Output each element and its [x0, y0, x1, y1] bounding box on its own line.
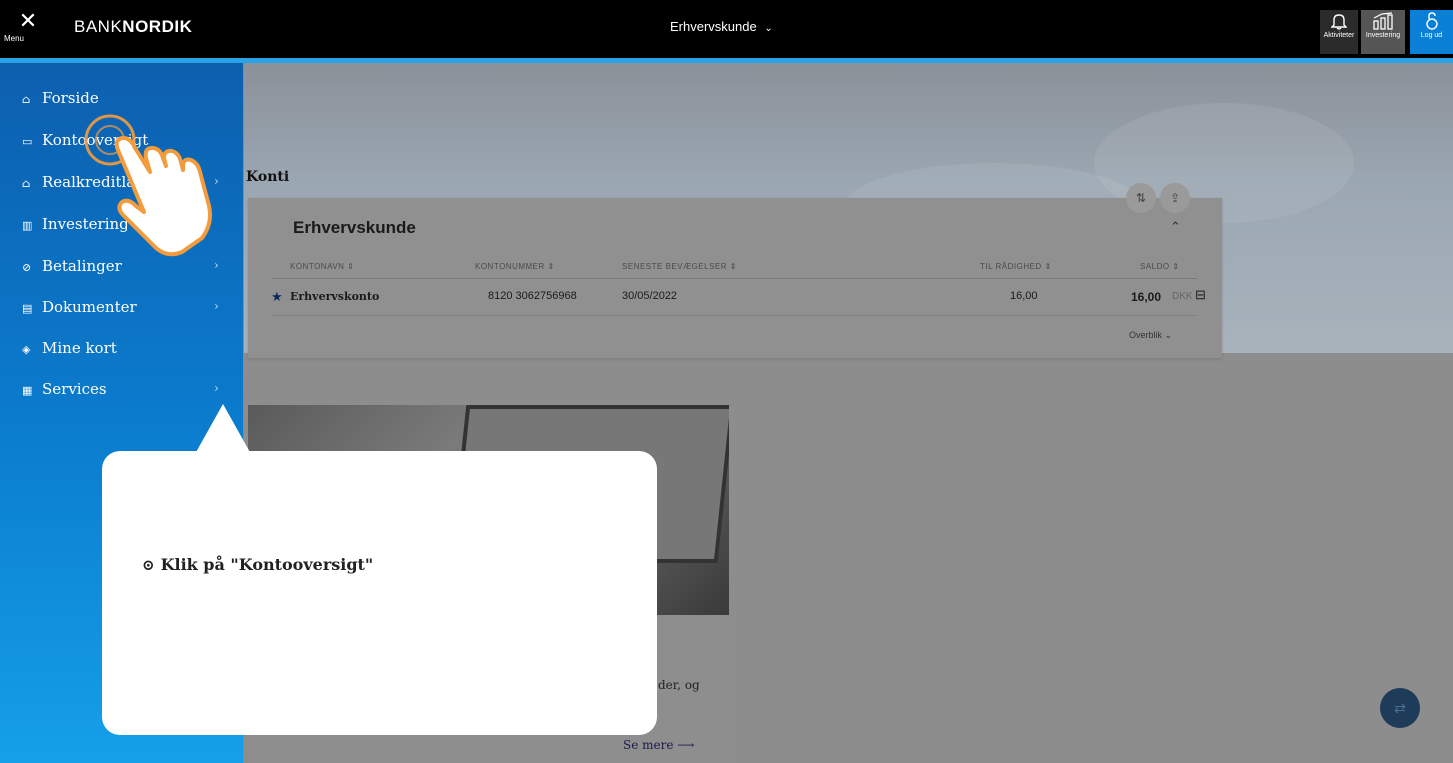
sidebar-item-dokumenter[interactable]: ▤ Dokumenter ›	[22, 298, 237, 328]
balance-amount: 16,00	[1131, 290, 1162, 304]
document-icon: ▤	[22, 302, 33, 315]
account-number: 8120 3062756968	[488, 290, 577, 302]
transfer-fab-button[interactable]: ⇄	[1380, 688, 1420, 728]
tooltip-text: ⊙ Klik på "Kontooversigt"	[142, 555, 374, 574]
favorite-star-icon[interactable]: ★	[271, 289, 283, 305]
activities-button[interactable]: Aktiviteter	[1320, 10, 1358, 54]
divider	[272, 315, 1197, 316]
chevron-down-icon: ⌄	[1164, 330, 1173, 340]
collapse-group-button[interactable]: ⌃	[1170, 219, 1181, 235]
home-icon: ⌂	[22, 93, 31, 106]
top-bar: ✕ Menu BANKNORDIK Erhvervskunde ⌄ Aktivi…	[0, 0, 1453, 58]
house-loan-icon: ⌂	[22, 177, 31, 190]
customer-select[interactable]: Erhvervskunde ⌄	[670, 19, 773, 34]
col-header-saldo[interactable]: SALDO ⇕	[1140, 262, 1180, 271]
share-icon: ⇪	[1169, 191, 1181, 205]
sort-accounts-button[interactable]: ⇅	[1126, 183, 1156, 213]
bell-icon	[1331, 14, 1347, 30]
promo-text: der, og	[658, 678, 700, 692]
available-amount: 16,00	[1010, 290, 1038, 302]
col-header-seneste[interactable]: SENESTE BEVÆGELSER ⇕	[622, 262, 737, 271]
accounts-section-title: Konti	[246, 169, 290, 185]
tooltip-bubble	[102, 451, 657, 735]
chevron-up-icon: ⌃	[1170, 219, 1181, 234]
account-group-title: Erhvervskunde	[293, 218, 416, 237]
logout-button[interactable]: Log ud	[1410, 10, 1453, 54]
chart-icon: ▥	[22, 219, 33, 232]
pointer-hand-icon	[84, 114, 212, 257]
col-header-kontonummer[interactable]: KONTONUMMER ⇕	[475, 262, 555, 271]
sidebar-item-betalinger[interactable]: ⊘ Betalinger ›	[22, 257, 237, 287]
target-icon: ⊙	[142, 556, 155, 574]
investment-button[interactable]: Investering	[1361, 10, 1405, 54]
payment-icon: ⊘	[22, 261, 32, 274]
col-header-kontonavn[interactable]: KONTONAVN ⇕	[290, 262, 354, 271]
see-more-link[interactable]: Se mere ⟶	[623, 738, 695, 752]
card-icon: ◈	[22, 343, 31, 356]
overview-toggle[interactable]: Overblik ⌄	[1129, 330, 1172, 341]
close-icon: ✕	[18, 8, 38, 33]
chevron-right-icon: ›	[214, 299, 219, 313]
menu-label: Menu	[3, 34, 24, 43]
sidebar-item-mine-kort[interactable]: ◈ Mine kort	[22, 339, 237, 369]
transfer-icon[interactable]: ⊟	[1195, 287, 1206, 303]
tooltip-tail	[195, 404, 251, 454]
menu-close-button[interactable]: ✕ Menu	[4, 8, 46, 50]
export-button[interactable]: ⇪	[1160, 183, 1190, 213]
col-header-raadighed[interactable]: TIL RÅDIGHED ⇕	[980, 262, 1052, 271]
lock-icon	[1425, 12, 1438, 30]
swap-arrows-icon: ⇄	[1394, 700, 1406, 716]
chevron-right-icon: ›	[214, 258, 219, 272]
divider	[272, 278, 1197, 279]
chart-icon	[1373, 12, 1393, 30]
wallet-icon: ▭	[22, 135, 33, 148]
last-movement: 30/05/2022	[622, 290, 678, 302]
sort-icon: ⇅	[1135, 191, 1147, 205]
chevron-down-icon: ⌄	[764, 23, 773, 34]
chevron-right-icon: ›	[214, 381, 219, 395]
account-name[interactable]: Erhvervskonto	[290, 290, 379, 303]
bank-logo[interactable]: BANKNORDIK	[74, 17, 192, 37]
services-icon: ▦	[22, 384, 33, 397]
balance-currency: DKK	[1172, 291, 1193, 302]
